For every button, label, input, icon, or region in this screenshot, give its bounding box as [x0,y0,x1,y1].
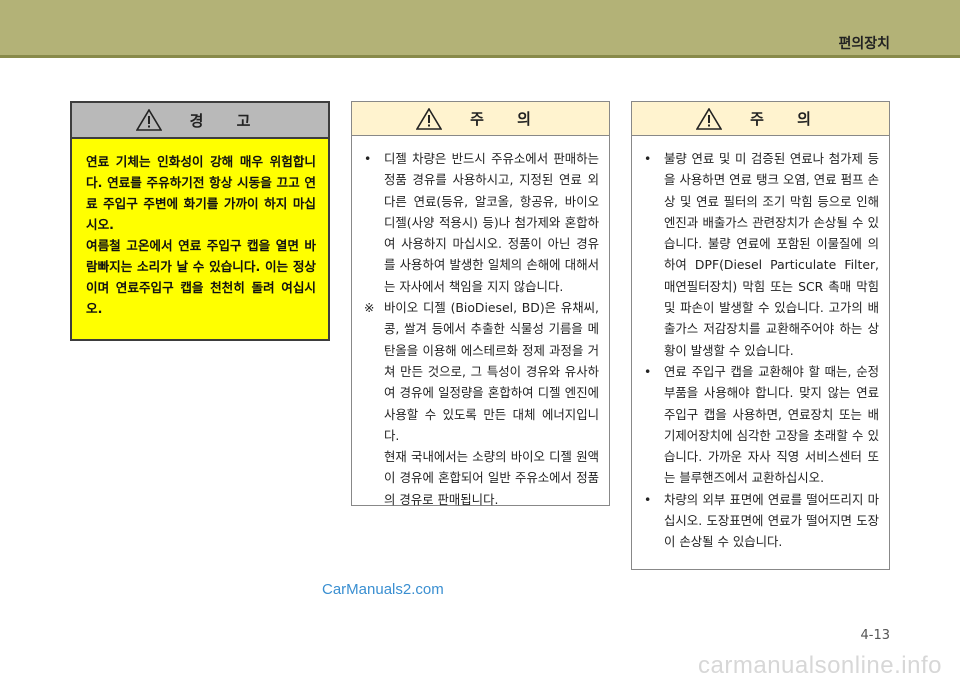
caution-box-diesel: 주 의 • 디젤 차량은 반드시 주유소에서 판매하는 정품 경유를 사용하시고… [351,101,610,507]
site-watermark[interactable]: CarManuals2.com [322,581,444,598]
caution-body: • 디젤 차량은 반드시 주유소에서 판매하는 정품 경유를 사용하시고, 지정… [352,136,609,510]
caution-title: 주 의 [750,110,825,128]
bullet-mark: • [644,491,652,507]
warning-body: 연료 기체는 인화성이 강해 매우 위험합니다. 연료를 주유하기전 항상 시동… [72,139,328,319]
caution-body: • 불량 연료 및 미 검증된 연료나 첨가제 등을 사용하면 연료 탱크 오염… [632,136,889,553]
caution-item: • 차량의 외부 표면에 연료를 떨어뜨리지 마십시오. 도장표면에 연료가 떨… [642,489,879,553]
page-number: 4-13 [860,628,890,643]
caution-triangle-icon [696,107,723,130]
caution-header: 주 의 [352,102,609,136]
caution-item-text: 차량의 외부 표면에 연료를 떨어뜨리지 마십시오. 도장표면에 연료가 떨어지… [664,491,879,550]
caution-header: 주 의 [632,102,889,136]
bullet-mark: • [644,363,652,379]
warning-box: 경 고 연료 기체는 인화성이 강해 매우 위험합니다. 연료를 주유하기전 항… [70,101,330,341]
note-mark: ※ [364,300,375,316]
caution-note-text: 바이오 디젤 (BioDiesel, BD)은 유채씨, 콩, 쌀겨 등에서 추… [384,300,599,443]
header-divider [0,55,960,58]
footer-watermark: carmanualsonline.info [698,652,942,679]
caution-note-continued-text: 현재 국내에서는 소량의 바이오 디젤 원액이 경유에 혼합되어 일반 주유소에… [384,449,599,507]
bullet-mark: • [644,151,652,166]
caution-item-text: 디젤 차량은 반드시 주유소에서 판매하는 정품 경유를 사용하시고, 지정된 … [384,151,599,294]
caution-box-fuel: 주 의 • 불량 연료 및 미 검증된 연료나 첨가제 등을 사용하면 연료 탱… [631,101,890,570]
caution-note-continued: 현재 국내에서는 소량의 바이오 디젤 원액이 경유에 혼합되어 일반 주유소에… [362,446,599,510]
warning-title: 경 고 [189,111,265,130]
caution-item: • 디젤 차량은 반드시 주유소에서 판매하는 정품 경유를 사용하시고, 지정… [362,148,599,297]
warning-triangle-icon [135,109,162,131]
caution-item-text: 불량 연료 및 미 검증된 연료나 첨가제 등을 사용하면 연료 탱크 오염, … [664,151,879,358]
caution-triangle-icon [416,107,443,130]
section-title: 편의장치 [838,36,890,52]
caution-item: • 연료 주입구 캡을 교환해야 할 때는, 순정부품을 사용해야 합니다. 맞… [642,361,879,489]
header-bar [0,0,960,55]
warning-header: 경 고 [72,103,328,139]
caution-title: 주 의 [470,110,545,128]
caution-note: ※ 바이오 디젤 (BioDiesel, BD)은 유채씨, 콩, 쌀겨 등에서… [362,297,599,446]
caution-item-text: 연료 주입구 캡을 교환해야 할 때는, 순정부품을 사용해야 합니다. 맞지 … [664,363,879,486]
caution-item: • 불량 연료 및 미 검증된 연료나 첨가제 등을 사용하면 연료 탱크 오염… [642,148,879,361]
bullet-mark: • [364,151,372,166]
warning-paragraph: 연료 기체는 인화성이 강해 매우 위험합니다. 연료를 주유하기전 항상 시동… [86,154,316,232]
warning-paragraph: 여름철 고온에서 연료 주입구 캡을 열면 바람빠지는 소리가 날 수 있습니다… [86,238,316,316]
